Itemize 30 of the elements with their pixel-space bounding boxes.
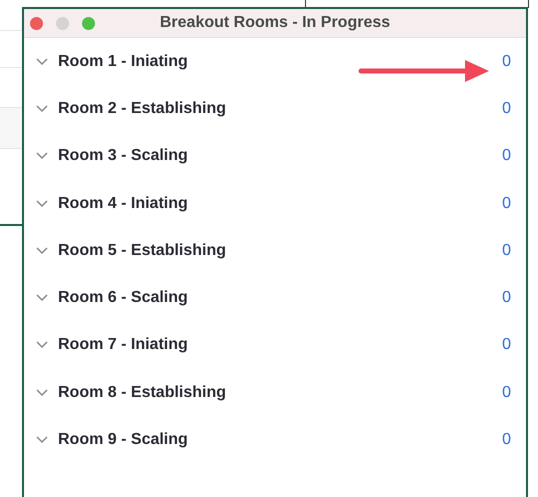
participant-count: 0: [502, 194, 511, 213]
chevron-icon[interactable]: [36, 294, 48, 302]
chevron-icon[interactable]: [36, 388, 48, 397]
room-name: Room 4 - Iniating: [58, 194, 189, 213]
chevron-icon[interactable]: [36, 58, 48, 66]
chevron-icon[interactable]: [36, 200, 48, 208]
window-title: Breakout Rooms - In Progress: [160, 14, 390, 31]
chevron-icon[interactable]: [36, 246, 48, 255]
participant-count: 0: [502, 147, 511, 166]
zoom-button[interactable]: [82, 16, 95, 30]
participant-count: 0: [502, 100, 511, 118]
room-name: Room 3 - Scaling: [58, 147, 189, 166]
participant-count: 0: [502, 242, 511, 260]
close-button[interactable]: [30, 16, 43, 30]
room-name: Room 2 - Establishing: [58, 100, 228, 118]
participant-count: 0: [502, 431, 511, 450]
participant-count: 0: [502, 52, 511, 71]
room-name: Room 7 - Iniating: [58, 336, 189, 354]
participant-count: 0: [502, 384, 511, 402]
room-name: Room 5 - Establishing: [58, 242, 228, 260]
participant-count: 0: [502, 336, 511, 354]
chevron-icon[interactable]: [36, 436, 48, 444]
room-name: Room 8 - Establishing: [58, 384, 228, 402]
chevron-icon[interactable]: [36, 104, 48, 113]
room-name: Room 9 - Scaling: [58, 431, 189, 450]
room-name: Room 6 - Scaling: [58, 289, 189, 308]
participant-count: 0: [502, 289, 511, 308]
room-name: Room 1 - Iniating: [58, 52, 189, 71]
chevron-icon[interactable]: [36, 341, 48, 350]
chevron-icon[interactable]: [36, 152, 48, 160]
